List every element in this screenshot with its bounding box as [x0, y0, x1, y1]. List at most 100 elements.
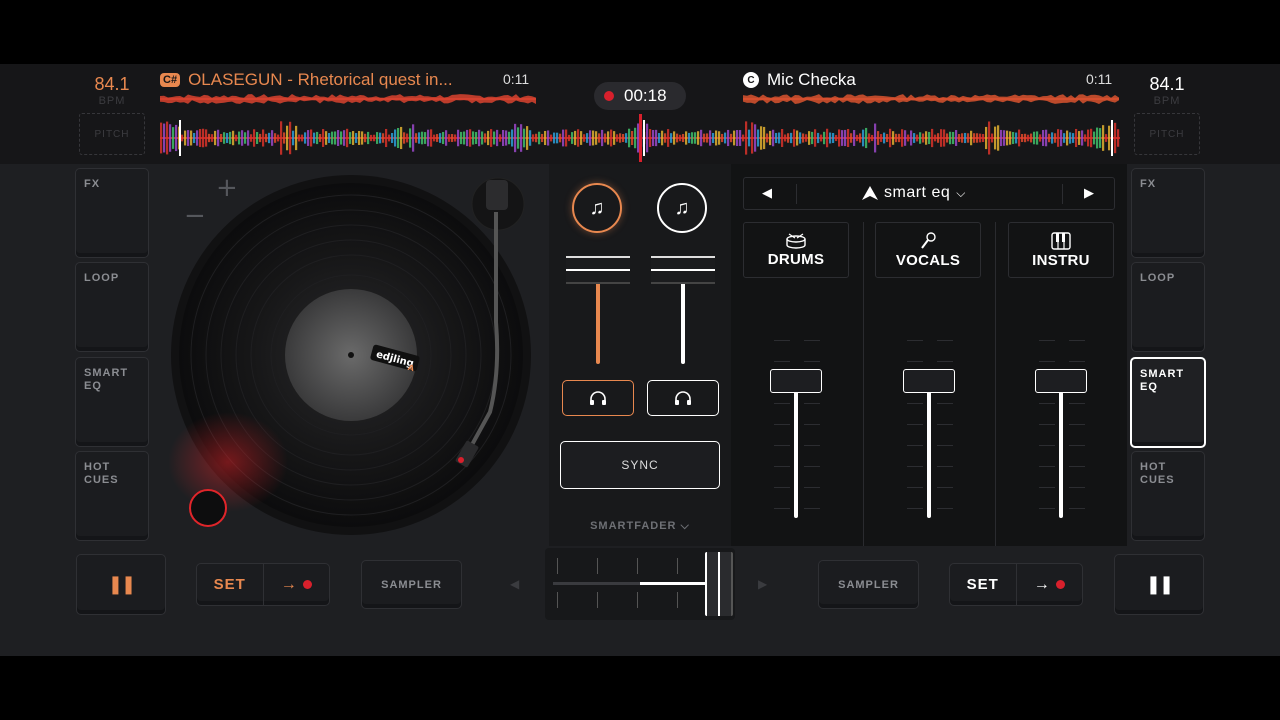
eq-scale-tick: [774, 424, 790, 425]
right-loop-button[interactable]: LOOP: [1131, 262, 1205, 352]
eq-band-drums-button[interactable]: DRUMS: [743, 222, 849, 278]
music-note-add-icon: ♫: [589, 196, 605, 219]
crossfader-right-arrow-icon[interactable]: ▶: [758, 577, 767, 591]
eq-scale-tick: [937, 340, 953, 341]
deck-a-key-badge: C#: [160, 73, 181, 87]
chevron-down-icon: ⌵: [680, 520, 690, 532]
deck-b-overview-waveform[interactable]: [743, 92, 1119, 106]
deck-a-cue-jump-button[interactable]: →: [264, 564, 330, 605]
eq-scale-tick: [774, 487, 790, 488]
beat-marker: [179, 120, 181, 156]
deck-a-time: 0:11: [503, 71, 530, 87]
deck-a-play-pause-button[interactable]: ❚❚: [76, 554, 166, 615]
eq-slider-track-vocals: [927, 381, 931, 518]
record-icon: [604, 91, 614, 101]
eq-scale-tick: [804, 508, 820, 509]
pause-icon: ❚❚: [107, 574, 136, 594]
platter-start-button[interactable]: [189, 489, 227, 527]
eq-scale-tick: [1039, 403, 1055, 404]
right-fx-button[interactable]: FX: [1131, 168, 1205, 258]
deck-b-key-badge: C: [743, 72, 759, 88]
eq-band-instru-button[interactable]: INSTRU: [1008, 222, 1114, 278]
eq-scale-tick: [907, 403, 923, 404]
left-loop-button[interactable]: LOOP: [75, 262, 149, 352]
eq-prev-arrow-icon[interactable]: ◀: [762, 185, 772, 201]
headphones-icon: [675, 391, 691, 405]
deck-b-play-pause-button[interactable]: ❚❚: [1114, 554, 1204, 615]
eq-scale-tick: [937, 403, 953, 404]
deck-b-cue-jump-button[interactable]: →: [1017, 564, 1083, 605]
main-waveform[interactable]: [160, 114, 1120, 162]
eq-scale-tick: [774, 508, 790, 509]
deck-a-bpm-unit: BPM: [98, 95, 126, 107]
left-fx-button[interactable]: FX: [75, 168, 149, 258]
eq-scale-tick: [907, 466, 923, 467]
pause-icon: ❚❚: [1145, 574, 1174, 594]
eq-scale-tick: [804, 424, 820, 425]
deck-b-track-title: Mic Checka: [767, 70, 856, 89]
eq-scale-tick: [804, 445, 820, 446]
deck-b-set-button[interactable]: SET: [950, 564, 1017, 605]
deck-b-track-info: C Mic Checka: [743, 70, 856, 90]
playhead: [639, 114, 642, 162]
eq-scale-tick: [907, 340, 923, 341]
deck-b-volume-fader[interactable]: [651, 256, 715, 284]
deck-b-headphone-button[interactable]: [647, 380, 719, 416]
crossfader-knob[interactable]: [705, 552, 733, 616]
turntable[interactable]: + − edjling A: [168, 172, 546, 540]
eq-scale-tick: [774, 361, 790, 362]
crossfader-mode-dropdown[interactable]: SMARTFADER ⌵: [560, 520, 720, 533]
eq-band-vocals-button[interactable]: VOCALS: [875, 222, 981, 278]
record-button[interactable]: 00:18: [594, 82, 686, 110]
eq-next-arrow-icon[interactable]: ▶: [1084, 185, 1094, 201]
eq-scale-tick: [1039, 487, 1055, 488]
eq-slider-track-instru: [1059, 381, 1063, 518]
right-smart-eq-button[interactable]: SMART EQ: [1130, 357, 1206, 448]
eq-scale-tick: [907, 424, 923, 425]
deck-a-volume-fader[interactable]: [566, 256, 630, 284]
playhead-marker: [643, 120, 645, 156]
pitch-plus-icon[interactable]: +: [216, 173, 238, 203]
left-hot-cues-button[interactable]: HOT CUES: [75, 451, 149, 541]
eq-slider-knob-vocals[interactable]: [903, 369, 955, 394]
deck-b-load-button[interactable]: ♫: [657, 183, 707, 233]
eq-slider-track-drums: [794, 381, 798, 518]
deck-a-pitch-button[interactable]: PITCH: [79, 113, 145, 155]
eq-scale-tick: [1039, 466, 1055, 467]
eq-scale-tick: [804, 466, 820, 467]
deck-b-bpm-unit: BPM: [1153, 95, 1181, 107]
sync-button[interactable]: SYNC: [560, 441, 720, 489]
eq-scale-tick: [1039, 445, 1055, 446]
deck-b-sampler-button[interactable]: SAMPLER: [818, 560, 919, 609]
deck-a-overview-waveform[interactable]: [160, 92, 536, 106]
eq-slider-knob-instru[interactable]: [1035, 369, 1087, 394]
crossfader[interactable]: [545, 548, 735, 620]
eq-scale-tick: [937, 361, 953, 362]
eq-slider-knob-drums[interactable]: [770, 369, 822, 394]
pitch-minus-icon[interactable]: −: [184, 201, 206, 231]
eq-scale-tick: [774, 403, 790, 404]
deck-b-set-cue-group: SET →: [949, 563, 1083, 606]
eq-scale-tick: [937, 508, 953, 509]
eq-scale-tick: [774, 466, 790, 467]
right-hot-cues-button[interactable]: HOT CUES: [1131, 451, 1205, 541]
eq-scale-tick: [1069, 445, 1085, 446]
eq-scale-tick: [804, 340, 820, 341]
eq-scale-tick: [937, 487, 953, 488]
deck-a-load-button[interactable]: ♫: [572, 183, 622, 233]
cue-dot-icon: [302, 580, 312, 589]
chevron-down-icon: ⌵: [956, 185, 966, 200]
crossfader-left-arrow-icon[interactable]: ◀: [510, 577, 519, 591]
deck-a-set-button[interactable]: SET: [197, 564, 264, 605]
deck-a-headphone-button[interactable]: [562, 380, 634, 416]
deck-a-sampler-button[interactable]: SAMPLER: [361, 560, 462, 609]
eq-scale-tick: [774, 340, 790, 341]
eq-preset-dropdown[interactable]: smart eq ⌵: [862, 184, 965, 202]
eq-scale-tick: [1069, 466, 1085, 467]
left-smart-eq-button[interactable]: SMART EQ: [75, 357, 149, 447]
eq-scale-tick: [937, 466, 953, 467]
eq-scale-tick: [937, 445, 953, 446]
eq-scale-tick: [907, 487, 923, 488]
eq-scale-tick: [937, 424, 953, 425]
deck-b-pitch-button[interactable]: PITCH: [1134, 113, 1200, 155]
